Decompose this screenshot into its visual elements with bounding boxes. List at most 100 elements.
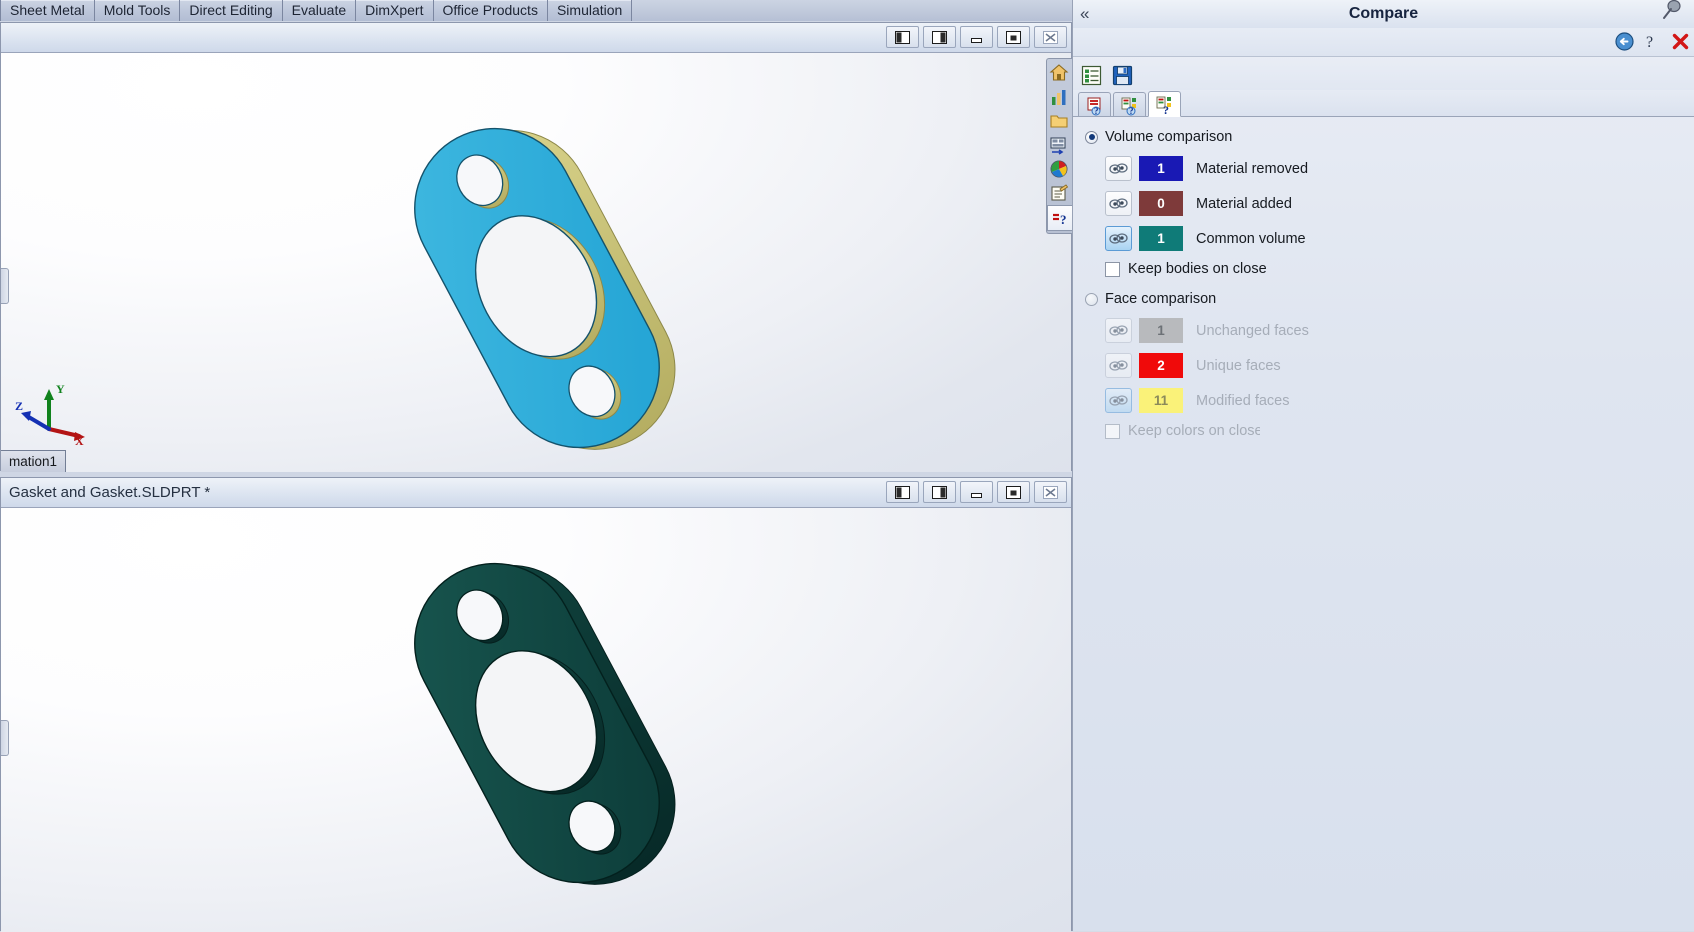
ribbon-tab-sheet-metal[interactable]: Sheet Metal — [0, 0, 95, 21]
window-titlebar[interactable] — [1, 23, 1071, 53]
volume-comparison-radio-row[interactable]: Volume comparison — [1085, 129, 1694, 145]
show-bodies-eye-icon[interactable] — [1105, 388, 1132, 413]
pushpin-icon[interactable] — [1658, 0, 1684, 27]
face-item-label: Modified faces — [1196, 392, 1290, 409]
restore-button[interactable] — [997, 481, 1030, 503]
show-bodies-eye-icon[interactable] — [1105, 156, 1132, 181]
tab-compare-documents[interactable]: ? — [1078, 92, 1111, 116]
panel-subheader: ? — [1073, 28, 1694, 57]
layout-icon[interactable] — [1047, 133, 1071, 157]
keep-bodies-checkbox[interactable] — [1105, 261, 1120, 277]
split-right-button[interactable] — [923, 481, 956, 503]
keep-colors-row[interactable]: Keep colors on close — [1105, 423, 1694, 439]
ribbon-tab-office-products[interactable]: Office Products — [433, 0, 548, 21]
minimize-button[interactable] — [960, 26, 993, 48]
count-swatch[interactable]: 0 — [1139, 191, 1183, 216]
window-button-group — [886, 481, 1067, 503]
save-report-icon[interactable] — [1110, 63, 1135, 88]
panel-window-controls: ? — [1614, 31, 1690, 51]
compare-icon[interactable]: ? — [1047, 205, 1072, 231]
notes-icon[interactable] — [1047, 181, 1071, 205]
face-item-label: Unchanged faces — [1196, 322, 1309, 339]
volume-item-label: Common volume — [1196, 230, 1306, 247]
count-swatch[interactable]: 1 — [1139, 318, 1183, 343]
compare-task-panel: « Compare ? ? ? ? Volume comparison 1 Ma… — [1072, 0, 1694, 931]
show-bodies-eye-icon[interactable] — [1105, 226, 1132, 251]
volume-comparison-label: Volume comparison — [1105, 129, 1233, 145]
face-comparison-label: Face comparison — [1105, 291, 1217, 307]
appearances-icon[interactable] — [1047, 157, 1071, 181]
restore-button[interactable] — [997, 26, 1030, 48]
volume-comparison-items: 1 Material removed 0 Material added 1 Common … — [1079, 154, 1694, 253]
count-swatch[interactable]: 1 — [1139, 226, 1183, 251]
help-icon[interactable]: ? — [1642, 31, 1662, 51]
close-button[interactable] — [1034, 481, 1067, 503]
volume-item-row: 1 Material removed — [1105, 154, 1694, 183]
view-orientation-toolbar: ? — [1046, 58, 1073, 234]
ribbon-tab-simulation[interactable]: Simulation — [547, 0, 633, 21]
tab-compare-features[interactable]: ? — [1113, 92, 1146, 116]
report-options-icon[interactable] — [1079, 63, 1104, 88]
face-comparison-radio-row[interactable]: Face comparison — [1085, 291, 1694, 307]
viewport-bottom[interactable]: Y X Z — [1, 508, 1071, 932]
face-item-row: 2 Unique faces — [1105, 351, 1694, 380]
close-panel-icon[interactable] — [1670, 31, 1690, 51]
svg-text:Z: Z — [15, 399, 23, 413]
face-item-row: 11 Modified faces — [1105, 386, 1694, 415]
model-gasket-modified — [414, 127, 676, 450]
ribbon-tab-strip: Sheet Metal Mold Tools Direct Editing Evalu… — [0, 0, 1072, 21]
keep-colors-label: Keep colors on close — [1128, 423, 1260, 439]
panel-title: Compare — [1348, 5, 1419, 22]
keep-bodies-label: Keep bodies on close — [1128, 261, 1267, 277]
svg-text:?: ? — [1646, 34, 1653, 51]
face-item-row: 1 Unchanged faces — [1105, 316, 1694, 345]
tab-compare-geometry[interactable]: ? — [1148, 91, 1181, 117]
count-swatch[interactable]: 2 — [1139, 353, 1183, 378]
compare-panel-body: Volume comparison 1 Material removed 0 Mate… — [1073, 117, 1694, 439]
svg-text:?: ? — [1163, 103, 1169, 115]
split-left-button[interactable] — [886, 481, 919, 503]
svg-text:?: ? — [1129, 106, 1134, 116]
window-titlebar[interactable]: Gasket and Gasket.SLDPRT * — [1, 478, 1071, 508]
minimize-button[interactable] — [960, 481, 993, 503]
volume-comparison-radio[interactable] — [1085, 130, 1098, 144]
svg-text:?: ? — [1094, 106, 1099, 116]
show-bodies-eye-icon[interactable] — [1105, 191, 1132, 216]
split-left-button[interactable] — [886, 26, 919, 48]
close-button[interactable] — [1034, 26, 1067, 48]
feature-tree-tab[interactable]: mation1 — [1, 450, 67, 472]
ribbon-tab-mold-tools[interactable]: Mold Tools — [94, 0, 181, 21]
home-icon[interactable] — [1047, 61, 1071, 85]
svg-text:Y: Y — [56, 383, 65, 396]
ribbon-tab-dimxpert[interactable]: DimXpert — [356, 0, 434, 21]
window-title: Gasket and Gasket.SLDPRT * — [9, 484, 211, 501]
show-bodies-eye-icon[interactable] — [1105, 353, 1132, 378]
back-icon[interactable] — [1614, 31, 1634, 51]
panel-header: « Compare — [1073, 0, 1694, 28]
viewport-top[interactable]: Y X Z mation1 — [1, 53, 1071, 472]
document-window-bottom: Gasket and Gasket.SLDPRT * — [0, 477, 1072, 932]
volume-item-row: 0 Material added — [1105, 189, 1694, 218]
keep-colors-checkbox[interactable] — [1105, 423, 1120, 439]
show-bodies-eye-icon[interactable] — [1105, 318, 1132, 343]
ribbon-filler — [632, 0, 1072, 21]
cad-workspace: Sheet Metal Mold Tools Direct Editing Evalu… — [0, 0, 1073, 932]
count-swatch[interactable]: 11 — [1139, 388, 1183, 413]
chart-icon[interactable] — [1047, 85, 1071, 109]
ribbon-tab-evaluate[interactable]: Evaluate — [282, 0, 357, 21]
face-comparison-radio[interactable] — [1085, 292, 1098, 306]
svg-text:X: X — [75, 434, 84, 447]
face-comparison-items: 1 Unchanged faces 2 Unique faces 11 Modified … — [1079, 316, 1694, 415]
model-gasket-original — [414, 562, 676, 885]
panel-toolbar — [1073, 57, 1694, 90]
compare-tab-strip: ??? — [1073, 90, 1694, 117]
solidworks-compare-window: Sheet Metal Mold Tools Direct Editing Evalu… — [0, 0, 1694, 932]
volume-item-label: Material removed — [1196, 160, 1309, 177]
keep-bodies-row[interactable]: Keep bodies on close — [1105, 261, 1694, 277]
count-swatch[interactable]: 1 — [1139, 156, 1183, 181]
orientation-triad-top: Y X Z — [13, 382, 89, 448]
split-right-button[interactable] — [923, 26, 956, 48]
ribbon-tab-direct-editing[interactable]: Direct Editing — [180, 0, 283, 21]
volume-item-label: Material added — [1196, 195, 1292, 212]
folder-icon[interactable] — [1047, 109, 1071, 133]
